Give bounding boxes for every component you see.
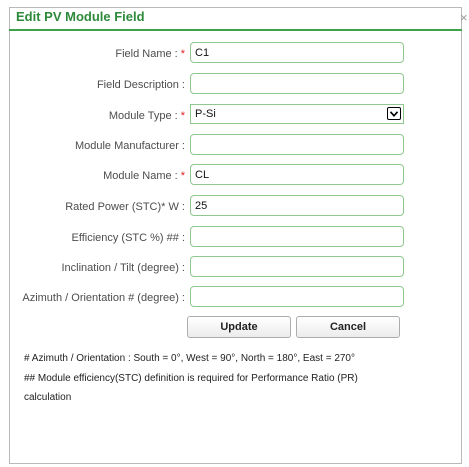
inclination-input[interactable] <box>190 256 404 277</box>
close-icon[interactable]: × <box>460 10 468 25</box>
efficiency-label: Efficiency (STC %) ## : <box>71 232 186 244</box>
required-marker: * <box>180 110 185 122</box>
field-name-label: Field Name : * <box>115 48 185 60</box>
module-name-label: Module Name : * <box>103 170 185 182</box>
module-manufacturer-input[interactable] <box>190 134 404 155</box>
azimuth-input[interactable] <box>190 286 404 307</box>
field-name-input[interactable] <box>190 42 404 63</box>
field-description-label: Field Description : <box>96 79 185 91</box>
update-button[interactable]: Update <box>187 316 291 338</box>
azimuth-note: # Azimuth / Orientation : South = 0°, We… <box>24 353 355 364</box>
field-description-input[interactable] <box>190 73 404 94</box>
required-marker: * <box>180 170 185 182</box>
efficiency-note-line2: calculation <box>24 392 72 403</box>
module-name-label-text: Module Name : <box>103 170 178 182</box>
edit-pv-module-dialog: Edit PV Module Field × Field Name :* Fie… <box>0 0 469 467</box>
efficiency-note-line1: ## Module efficiency(STC) definition is … <box>24 373 358 384</box>
rated-power-label: Rated Power (STC)* W : <box>65 201 185 213</box>
azimuth-label: Azimuth / Orientation # (degree) : <box>22 292 185 304</box>
dialog-titlebar: Edit PV Module Field × <box>11 9 469 30</box>
required-marker: * <box>180 48 185 60</box>
module-type-select[interactable]: P-Si <box>190 104 404 124</box>
efficiency-input[interactable] <box>190 226 404 247</box>
dialog-title: Edit PV Module Field <box>16 9 145 24</box>
module-name-input[interactable] <box>190 164 404 185</box>
module-type-label-text: Module Type : <box>108 110 178 122</box>
module-type-label: Module Type : * <box>109 110 185 122</box>
cancel-button[interactable]: Cancel <box>296 316 400 338</box>
module-manufacturer-label: Module Manufacturer : <box>74 140 185 152</box>
rated-power-input[interactable] <box>190 195 404 216</box>
module-type-selected-value: P-Si <box>195 108 216 120</box>
chevron-down-icon[interactable] <box>387 107 401 120</box>
inclination-label: Inclination / Tilt (degree) : <box>61 262 185 274</box>
title-divider <box>9 29 462 31</box>
field-name-label-text: Field Name : <box>115 48 178 60</box>
